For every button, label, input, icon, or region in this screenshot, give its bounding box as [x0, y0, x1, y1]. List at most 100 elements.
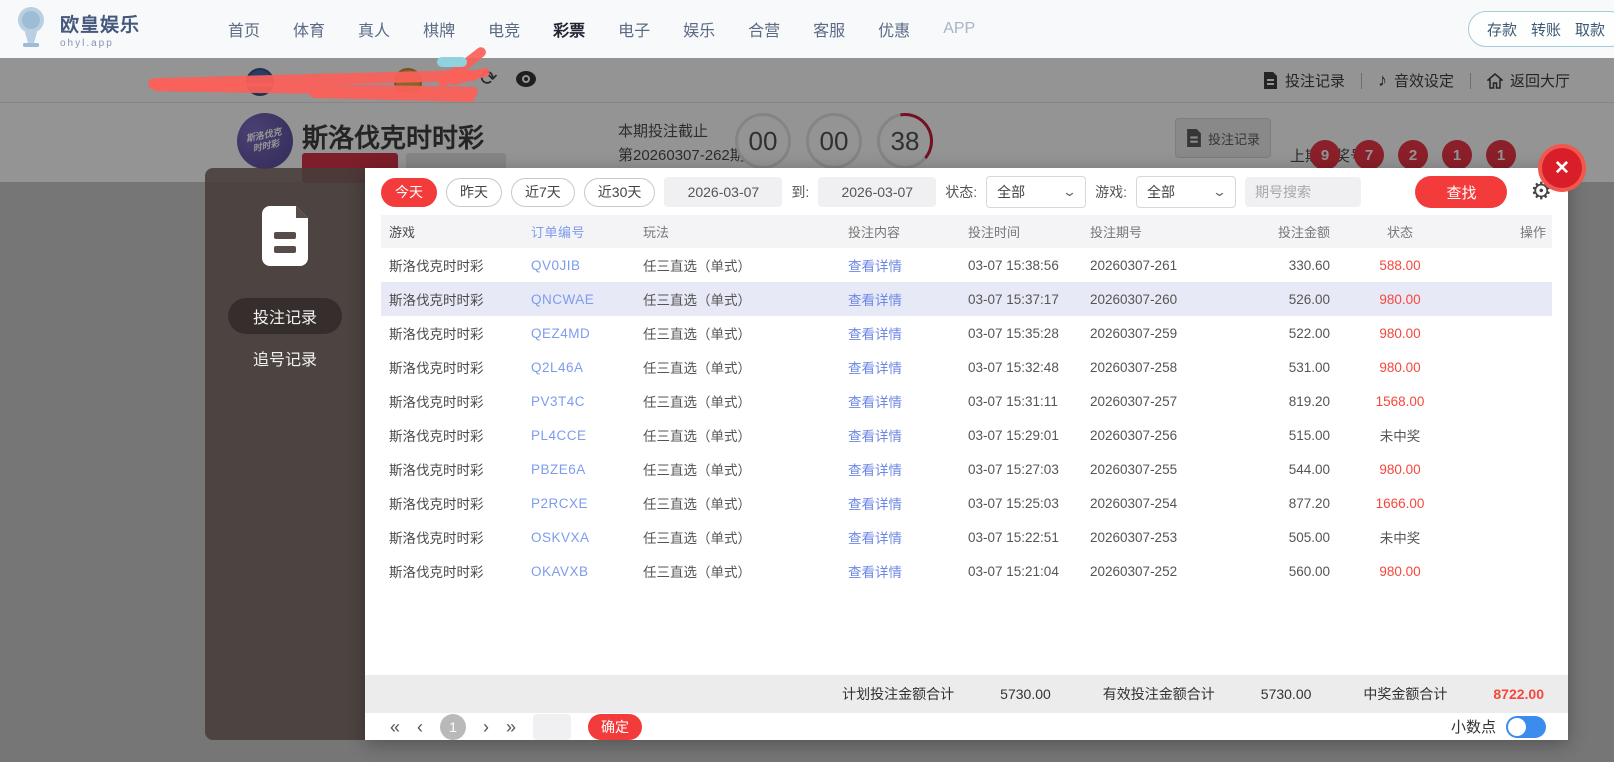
prev-page-button[interactable]: ‹ [417, 718, 423, 736]
bet-time: 03-07 15:37:17 [968, 291, 1059, 307]
nav-item-电竞[interactable]: 电竞 [488, 17, 520, 41]
last-page-button[interactable]: » [506, 718, 516, 736]
game-cell: 斯洛伐克时时彩 [389, 361, 484, 376]
bet-amount: 505.00 [1288, 529, 1330, 545]
view-details-link[interactable]: 查看详情 [848, 395, 902, 410]
nav-item-娱乐[interactable]: 娱乐 [683, 17, 715, 41]
table-body: 斯洛伐克时时彩 QV0JIB 任三直选（单式） 查看详情 03-07 15:38:56 2… [381, 248, 1552, 588]
bet-amount: 330.60 [1288, 257, 1330, 273]
table-row: 斯洛伐克时时彩 PL4CCE 任三直选（单式） 查看详情 03-07 15:29:01 2… [381, 418, 1552, 452]
play-type: 任三直选（单式） [643, 361, 751, 376]
view-details-link[interactable]: 查看详情 [848, 293, 902, 308]
nav-item-优惠[interactable]: 优惠 [878, 17, 910, 41]
to-label: 到: [791, 184, 810, 200]
view-details-link[interactable]: 查看详情 [848, 361, 902, 376]
game-label: 游戏: [1095, 184, 1128, 200]
view-details-link[interactable]: 查看详情 [848, 429, 902, 444]
order-code: OKAVXB [531, 563, 589, 579]
bet-content: 查看详情 [848, 493, 968, 513]
table-row: 斯洛伐克时时彩 QV0JIB 任三直选（单式） 查看详情 03-07 15:38:56 2… [381, 248, 1552, 282]
date-to-input[interactable] [818, 177, 937, 207]
game-cell: 斯洛伐克时时彩 [389, 429, 484, 444]
quick-filter-今天[interactable]: 今天 [381, 177, 437, 207]
game-select[interactable]: 全部 ⌄ [1136, 176, 1237, 208]
column-header: 投注内容 [848, 225, 901, 240]
order-code: PL4CCE [531, 427, 587, 443]
date-from-input[interactable] [664, 177, 783, 207]
quick-filter-昨天[interactable]: 昨天 [446, 177, 502, 207]
column-header: 投注时间 [968, 225, 1021, 240]
column-header: 操作 [1519, 225, 1546, 240]
bet-issue: 20260307-254 [1090, 495, 1178, 511]
quick-filter-近7天[interactable]: 近7天 [511, 177, 575, 207]
bet-time: 03-07 15:32:48 [968, 359, 1059, 375]
quick-filter-近30天[interactable]: 近30天 [583, 177, 656, 207]
bet-issue: 20260307-253 [1090, 529, 1178, 545]
bet-issue: 20260307-255 [1090, 461, 1178, 477]
table-row: 斯洛伐克时时彩 OSKVXA 任三直选（单式） 查看详情 03-07 15:22:51 2… [381, 520, 1552, 554]
game-cell: 斯洛伐克时时彩 [389, 259, 484, 274]
order-code: QV0JIB [531, 257, 581, 273]
bet-time: 03-07 15:27:03 [968, 461, 1059, 477]
sidebar-item-bet-records[interactable]: 投注记录 [228, 298, 342, 334]
column-header: 投注期号 [1090, 225, 1143, 240]
main-nav: 首页 体育 真人 棋牌 电竞 彩票 电子 娱乐 合营 客服 优惠 APP [228, 17, 975, 41]
order-code: Q2L46A [531, 359, 584, 375]
bet-time: 03-07 15:21:04 [968, 563, 1059, 579]
bet-amount: 560.00 [1288, 563, 1330, 579]
bet-records-modal: 今天昨天近7天近30天 到: 状态: 全部⌄ 游戏: 全部⌄ 查找 ⚙ 游戏 订单… [365, 168, 1568, 740]
status-cell: 980.00 [1379, 461, 1421, 477]
first-page-button[interactable]: « [390, 718, 400, 736]
column-header: 玩法 [643, 225, 670, 240]
search-button[interactable]: 查找 [1415, 176, 1508, 208]
nav-item-体育[interactable]: 体育 [293, 17, 325, 41]
wallet-action-存款[interactable]: 存款 [1487, 19, 1517, 40]
current-page[interactable]: 1 [440, 713, 467, 740]
bet-issue: 20260307-259 [1090, 325, 1178, 341]
status-label: 状态: [945, 184, 978, 200]
valid-total-label: 有效投注金额合计 [1102, 686, 1215, 702]
view-details-link[interactable]: 查看详情 [848, 497, 902, 512]
nav-item-合营[interactable]: 合营 [748, 17, 780, 41]
sidebar-item-chase-records[interactable]: 追号记录 [228, 340, 342, 376]
status-cell: 980.00 [1379, 325, 1421, 341]
nav-item-电子[interactable]: 电子 [618, 17, 650, 41]
nav-item-首页[interactable]: 首页 [228, 17, 260, 41]
view-details-link[interactable]: 查看详情 [848, 565, 902, 580]
status-select[interactable]: 全部 ⌄ [986, 176, 1087, 208]
play-type: 任三直选（单式） [643, 429, 751, 444]
view-details-link[interactable]: 查看详情 [848, 327, 902, 342]
bet-amount: 515.00 [1288, 427, 1330, 443]
view-details-link[interactable]: 查看详情 [848, 259, 902, 274]
game-cell: 斯洛伐克时时彩 [389, 395, 484, 410]
wallet-action-取款[interactable]: 取款 [1575, 19, 1605, 40]
issue-search-input[interactable] [1245, 177, 1362, 207]
nav-item-APP[interactable]: APP [943, 20, 975, 38]
nav-item-客服[interactable]: 客服 [813, 17, 845, 41]
game-cell: 斯洛伐克时时彩 [389, 327, 484, 342]
confirm-page-button[interactable]: 确定 [588, 713, 643, 740]
bet-amount: 819.20 [1288, 393, 1330, 409]
close-icon[interactable]: ✕ [1538, 144, 1586, 192]
nav-item-真人[interactable]: 真人 [358, 17, 390, 41]
nav-active-indicator [437, 57, 467, 67]
status-cell: 未中奖 [1379, 429, 1421, 444]
next-page-button[interactable]: › [483, 718, 489, 736]
bet-content: 查看详情 [848, 357, 968, 377]
order-code: QEZ4MD [531, 325, 591, 341]
decimal-toggle[interactable] [1506, 715, 1546, 738]
page-jump-input[interactable] [533, 713, 572, 740]
chevron-down-icon: ⌄ [1062, 184, 1078, 199]
bet-issue: 20260307-252 [1090, 563, 1178, 579]
bet-content: 查看详情 [848, 561, 968, 581]
brand-name: 欧皇娱乐 [60, 14, 141, 36]
nav-item-棋牌[interactable]: 棋牌 [423, 17, 455, 41]
play-type: 任三直选（单式） [643, 565, 751, 580]
bet-content: 查看详情 [848, 425, 968, 445]
view-details-link[interactable]: 查看详情 [848, 531, 902, 546]
status-cell: 980.00 [1379, 563, 1421, 579]
nav-item-彩票[interactable]: 彩票 [553, 17, 585, 41]
view-details-link[interactable]: 查看详情 [848, 463, 902, 478]
wallet-action-转账[interactable]: 转账 [1531, 19, 1561, 40]
brand-logo[interactable]: 欧皇娱乐 ohyl.app [10, 5, 140, 54]
